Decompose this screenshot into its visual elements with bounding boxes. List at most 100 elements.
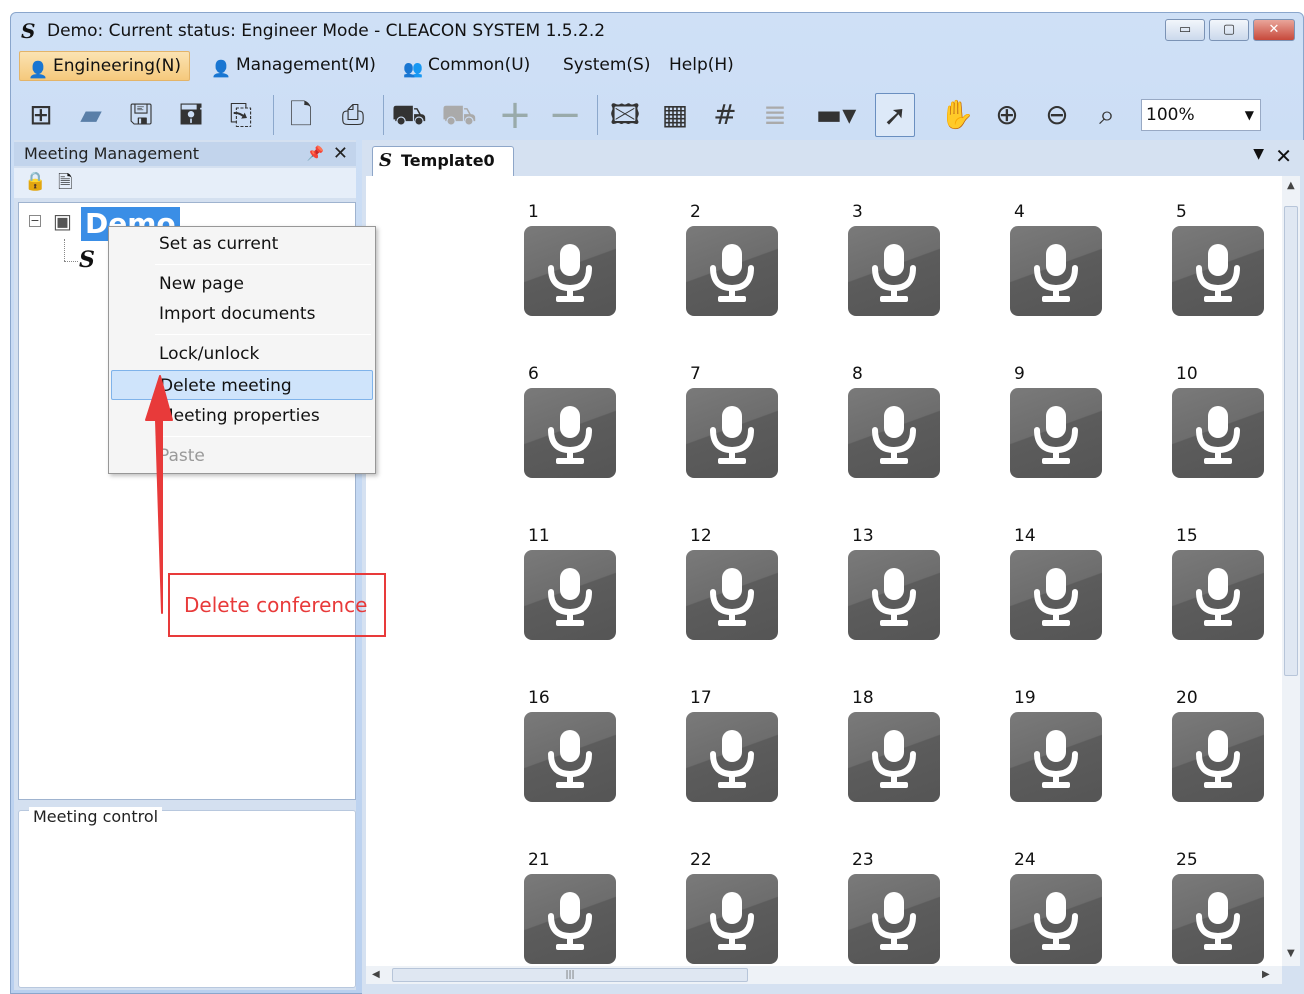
microphone-icon[interactable] <box>686 550 778 640</box>
microphone-icon[interactable] <box>1172 550 1264 640</box>
microphone-icon[interactable] <box>1010 388 1102 478</box>
microphone-icon[interactable] <box>686 712 778 802</box>
ctx-paste[interactable]: Paste <box>111 441 373 471</box>
fine-grid-icon[interactable]: # <box>705 93 745 137</box>
microphone-icon[interactable] <box>524 874 616 964</box>
microphone-icon[interactable] <box>1010 712 1102 802</box>
hand-icon[interactable]: ✋ <box>937 93 977 137</box>
microphone-icon[interactable] <box>524 712 616 802</box>
microphone-icon[interactable] <box>1172 712 1264 802</box>
pointer-icon[interactable]: ➚ <box>875 93 915 137</box>
microphone-icon[interactable] <box>848 226 940 316</box>
toolbar-separator <box>383 95 384 135</box>
bar-icon[interactable]: ▬▾ <box>807 93 865 137</box>
open-folder-icon[interactable]: ▰ <box>71 93 111 137</box>
menu-common[interactable]: 👥 Common(U) <box>395 51 538 81</box>
ctx-delete-meeting[interactable]: Delete meeting <box>111 370 373 400</box>
device-icon[interactable]: ⛟ <box>389 93 429 137</box>
save-all-icon[interactable]: 🖬 <box>171 93 211 137</box>
maximize-icon: ▢ <box>1222 22 1236 37</box>
seat-number: 3 <box>852 202 863 222</box>
meeting-control-label: Meeting control <box>29 807 163 826</box>
scroll-down-icon[interactable]: ▼ <box>1287 948 1295 959</box>
document-area: S Template0 ▼ ✕ 1 2 3 4 5 6 7 8 9 10 11 12 13 14 15 16 1… <box>362 140 1304 994</box>
new-meeting-icon[interactable]: 🗎 <box>58 170 72 200</box>
ctx-import-documents[interactable]: Import documents <box>111 299 373 329</box>
scroll-right-icon[interactable]: ▶ <box>1262 969 1270 980</box>
seat-number: 18 <box>852 688 874 708</box>
vertical-scroll-thumb[interactable] <box>1284 206 1298 676</box>
panel-close-icon[interactable]: ✕ <box>333 142 348 166</box>
zoom-select[interactable]: 100% ▼ <box>1141 99 1261 131</box>
list-icon[interactable]: ≣ <box>755 93 795 137</box>
zoom-value: 100% <box>1146 105 1195 125</box>
context-menu: Set as current New page Import documents… <box>108 226 376 474</box>
ctx-set-as-current[interactable]: Set as current <box>111 229 373 259</box>
microphone-icon[interactable] <box>1172 226 1264 316</box>
seat-number: 21 <box>528 850 550 870</box>
menu-management[interactable]: 👤 Management(M) <box>203 51 384 81</box>
minimize-icon: ▭ <box>1178 22 1192 37</box>
microphone-icon[interactable] <box>524 388 616 478</box>
microphone-icon[interactable] <box>848 874 940 964</box>
vertical-scrollbar[interactable]: ▲ ▼ <box>1282 176 1300 966</box>
microphone-icon[interactable] <box>1010 874 1102 964</box>
meeting-icon: ▣ <box>53 209 72 233</box>
microphone-icon[interactable] <box>686 388 778 478</box>
seat-number: 15 <box>1176 526 1198 546</box>
pdf-icon[interactable]: ⎙ <box>333 93 373 137</box>
microphone-icon[interactable] <box>1172 388 1264 478</box>
tab-strip: S Template0 ▼ ✕ <box>362 140 1304 176</box>
tree-collapse-toggle[interactable]: − <box>29 215 41 227</box>
ctx-meeting-properties[interactable]: Meeting properties <box>111 401 373 431</box>
pin-icon[interactable]: 📌 <box>307 142 324 166</box>
import-icon[interactable]: ⎘ <box>221 93 261 137</box>
tab-template0[interactable]: S Template0 <box>372 146 514 176</box>
lock-icon[interactable]: 🔒 <box>24 171 46 192</box>
device-disabled-icon[interactable]: ⛟ <box>439 93 479 137</box>
microphone-icon[interactable] <box>1010 550 1102 640</box>
microphone-icon[interactable] <box>686 226 778 316</box>
menu-help[interactable]: Help(H) <box>661 51 742 81</box>
ctx-new-page[interactable]: New page <box>111 269 373 299</box>
title-bar: S Demo: Current status: Engineer Mode - … <box>11 13 1303 49</box>
close-button[interactable]: ✕ <box>1253 19 1295 41</box>
tab-close-icon[interactable]: ✕ <box>1275 144 1292 168</box>
menu-engineering[interactable]: 👤 Engineering(N) <box>19 51 190 81</box>
grid-icon[interactable]: ▦ <box>655 93 695 137</box>
microphone-icon[interactable] <box>686 874 778 964</box>
maximize-button[interactable]: ▢ <box>1209 19 1249 41</box>
microphone-icon[interactable] <box>524 226 616 316</box>
minimize-button[interactable]: ▭ <box>1165 19 1205 41</box>
scroll-left-icon[interactable]: ◀ <box>372 969 380 980</box>
microphone-icon[interactable] <box>1172 874 1264 964</box>
template-logo-icon[interactable]: S <box>79 247 95 273</box>
horizontal-scroll-thumb[interactable]: ||| <box>392 968 748 982</box>
microphone-icon[interactable] <box>1010 226 1102 316</box>
layout-icon[interactable]: ⊞ <box>21 93 61 137</box>
microphone-icon[interactable] <box>848 550 940 640</box>
zoom-fit-icon[interactable]: ⌕ <box>1087 93 1127 137</box>
zoom-out-icon[interactable]: ⊖ <box>1037 93 1077 137</box>
microphone-icon[interactable] <box>848 712 940 802</box>
add-icon[interactable]: + <box>495 93 535 137</box>
seat-number: 20 <box>1176 688 1198 708</box>
template-logo-icon: S <box>379 150 392 171</box>
seat-canvas[interactable]: 1 2 3 4 5 6 7 8 9 10 11 12 13 14 15 16 17 18 19 20 21 22 23 24 2… <box>366 176 1282 966</box>
ctx-lock-unlock[interactable]: Lock/unlock <box>111 339 373 369</box>
scroll-up-icon[interactable]: ▲ <box>1287 180 1295 191</box>
menu-system[interactable]: System(S) <box>555 51 658 81</box>
background-image-icon[interactable]: 🖾 <box>605 93 645 137</box>
tab-list-dropdown-icon[interactable]: ▼ <box>1253 146 1264 162</box>
seat-number: 19 <box>1014 688 1036 708</box>
zoom-in-icon[interactable]: ⊕ <box>987 93 1027 137</box>
seat-number: 8 <box>852 364 863 384</box>
horizontal-scrollbar[interactable]: ◀ ||| ▶ <box>366 966 1282 984</box>
save-icon[interactable]: 🖫 <box>121 93 161 137</box>
microphone-icon[interactable] <box>524 550 616 640</box>
remove-icon[interactable]: − <box>545 93 585 137</box>
seat-number: 4 <box>1014 202 1025 222</box>
seat-number: 14 <box>1014 526 1036 546</box>
new-page-icon[interactable]: 🗋 <box>281 93 321 137</box>
microphone-icon[interactable] <box>848 388 940 478</box>
